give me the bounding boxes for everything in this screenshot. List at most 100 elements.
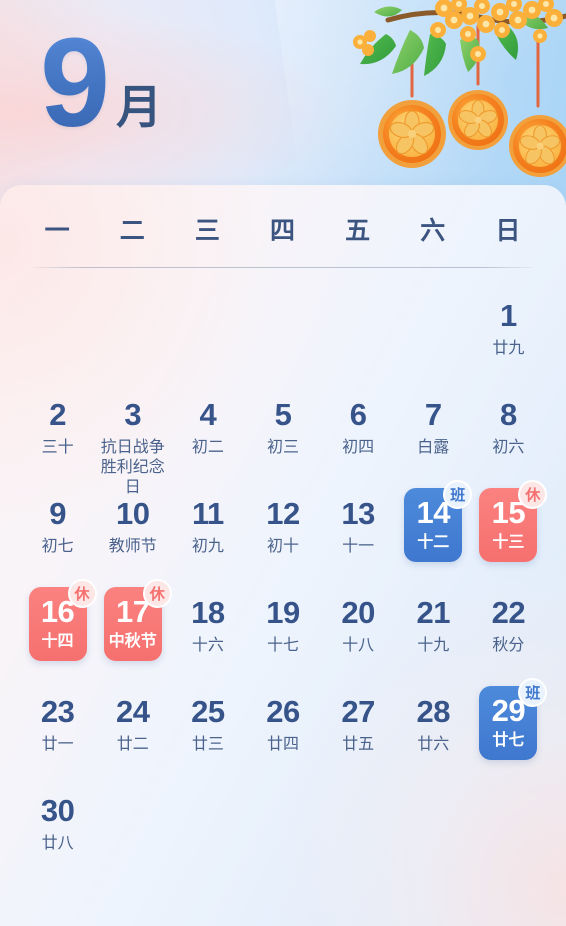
work-day-badge: 班 [443, 480, 473, 509]
day-number: 25 [191, 694, 225, 729]
calendar-day-20[interactable]: 20 十八 [321, 583, 396, 682]
day-lunar-label: 初九 [191, 537, 224, 555]
calendar-day-7[interactable]: 7 白露 [396, 385, 471, 484]
calendar-day-18[interactable]: 18 十六 [170, 583, 245, 682]
calendar-day-4[interactable]: 4 初二 [170, 385, 245, 484]
day-lunar-label: 初十 [266, 537, 299, 555]
calendar-day-8[interactable]: 8 初六 [471, 385, 546, 484]
calendar-day-19[interactable]: 19 十七 [245, 583, 320, 682]
calendar-day-5[interactable]: 5 初三 [245, 385, 320, 484]
day-lunar-label: 廿二 [116, 735, 149, 753]
day-highlight-card-work[interactable]: 班 14 十二 [404, 480, 473, 562]
calendar-day-27[interactable]: 27 廿五 [321, 682, 396, 781]
calendar-day-13[interactable]: 13 十一 [321, 484, 396, 583]
day-lunar-label: 十一 [342, 537, 375, 555]
weekday-thu: 四 [269, 217, 296, 245]
calendar-day-16[interactable]: 休 16 十四 [20, 579, 97, 682]
day-lunar-label: 三十 [41, 438, 74, 456]
day-lunar-label: 廿一 [41, 735, 74, 753]
calendar-panel: 一 二 三 四 五 六 日 1 廿九 2 三十 3 抗日战争胜利纪念日 4 初二 5 初三 6 初四 7… [0, 185, 566, 926]
day-number: 2 [49, 397, 66, 432]
day-number: 18 [191, 595, 225, 630]
weekday-fri: 五 [345, 217, 372, 245]
day-lunar-label: 十六 [191, 636, 224, 654]
weekday-tue: 二 [119, 217, 146, 245]
weekday-sat: 六 [420, 217, 447, 245]
day-number: 4 [199, 397, 217, 432]
calendar-day-30[interactable]: 30 廿八 [20, 781, 95, 880]
calendar-day-11[interactable]: 11 初九 [170, 484, 245, 583]
calendar-day-15[interactable]: 休 15 十三 [471, 480, 548, 583]
day-lunar-label: 十二 [417, 534, 450, 552]
day-lunar-label: 廿七 [492, 732, 525, 750]
day-highlight-card-rest[interactable]: 休 15 十三 [479, 480, 548, 562]
day-number: 8 [500, 397, 517, 432]
header-divider [33, 267, 533, 268]
day-highlight-card-work[interactable]: 班 29 廿七 [479, 678, 548, 760]
calendar-day-25[interactable]: 25 廿三 [170, 682, 245, 781]
day-number: 7 [424, 397, 442, 432]
day-number: 1 [500, 298, 517, 333]
day-highlight-card-rest[interactable]: 休 16 十四 [28, 579, 97, 661]
calendar-day-6[interactable]: 6 初四 [321, 385, 396, 484]
weekday-wed: 三 [194, 217, 221, 245]
day-number: 30 [40, 793, 75, 828]
day-number: 6 [349, 397, 367, 432]
day-number: 12 [266, 496, 300, 531]
day-lunar-label: 初六 [492, 438, 525, 456]
day-number: 13 [341, 496, 375, 531]
day-number: 26 [266, 694, 300, 729]
day-lunar-label: 教师节 [108, 537, 157, 555]
day-lunar-label: 十四 [41, 633, 74, 651]
day-lunar-label: 初七 [41, 537, 74, 555]
day-lunar-label: 廿四 [266, 735, 299, 753]
day-lunar-label: 初三 [266, 438, 299, 456]
month-number: 9 [40, 12, 110, 153]
calendar-day-29[interactable]: 班 29 廿七 [471, 678, 548, 781]
calendar-day-2[interactable]: 2 三十 [20, 385, 95, 484]
day-number: 23 [40, 694, 75, 729]
rest-day-badge: 休 [67, 579, 97, 608]
day-number: 20 [341, 595, 375, 630]
day-number: 24 [115, 694, 150, 729]
day-lunar-label: 白露 [417, 438, 450, 456]
calendar-day-9[interactable]: 9 初七 [20, 484, 95, 583]
work-day-badge: 班 [518, 678, 548, 707]
weekday-sun: 日 [495, 217, 522, 245]
day-lunar-label: 廿九 [492, 339, 525, 357]
day-number: 21 [416, 595, 451, 630]
day-highlight-card-rest[interactable]: 休 17 中秋节 [103, 579, 172, 661]
calendar-day-12[interactable]: 12 初十 [245, 484, 320, 583]
calendar-day-14[interactable]: 班 14 十二 [396, 480, 473, 583]
calendar-day-26[interactable]: 26 廿四 [245, 682, 320, 781]
calendar-day-17[interactable]: 休 17 中秋节 [95, 579, 172, 682]
day-number: 22 [491, 595, 526, 630]
calendar-day-24[interactable]: 24 廿二 [95, 682, 170, 781]
calendar-day-21[interactable]: 21 十九 [396, 583, 471, 682]
calendar-day-grid: 1 廿九 2 三十 3 抗日战争胜利纪念日 4 初二 5 初三 6 初四 7 白露 8 初六 9 初七 10 教师节 1… [0, 286, 566, 880]
day-lunar-label: 廿三 [191, 735, 224, 753]
calendar-day-28[interactable]: 28 廿六 [396, 682, 471, 781]
weekday-mon: 一 [44, 217, 71, 245]
calendar-day-3[interactable]: 3 抗日战争胜利纪念日 [95, 385, 170, 495]
day-lunar-label: 初二 [191, 438, 224, 456]
rest-day-badge: 休 [518, 480, 548, 509]
day-number: 11 [191, 496, 224, 531]
day-number: 5 [274, 397, 292, 432]
osmanthus-mooncake-icon [326, 0, 566, 190]
day-lunar-label: 廿六 [417, 735, 450, 753]
month-unit-label: 月 [116, 81, 163, 133]
day-lunar-label: 廿八 [41, 834, 74, 852]
calendar-day-23[interactable]: 23 廿一 [20, 682, 95, 781]
rest-day-badge: 休 [142, 579, 172, 608]
day-number: 3 [124, 397, 142, 432]
calendar-day-22[interactable]: 22 秋分 [471, 583, 546, 682]
day-number: 10 [115, 496, 150, 531]
calendar-app: 9 月 一 二 三 四 五 六 日 1 廿九 2 三十 3 抗日战争胜利纪念日 … [0, 0, 566, 926]
day-lunar-label: 廿五 [342, 735, 375, 753]
calendar-day-10[interactable]: 10 教师节 [95, 484, 170, 583]
calendar-day-1[interactable]: 1 廿九 [471, 286, 546, 385]
day-lunar-label: 十三 [492, 534, 525, 552]
day-lunar-label: 中秋节 [108, 633, 157, 651]
day-number: 9 [49, 496, 66, 531]
